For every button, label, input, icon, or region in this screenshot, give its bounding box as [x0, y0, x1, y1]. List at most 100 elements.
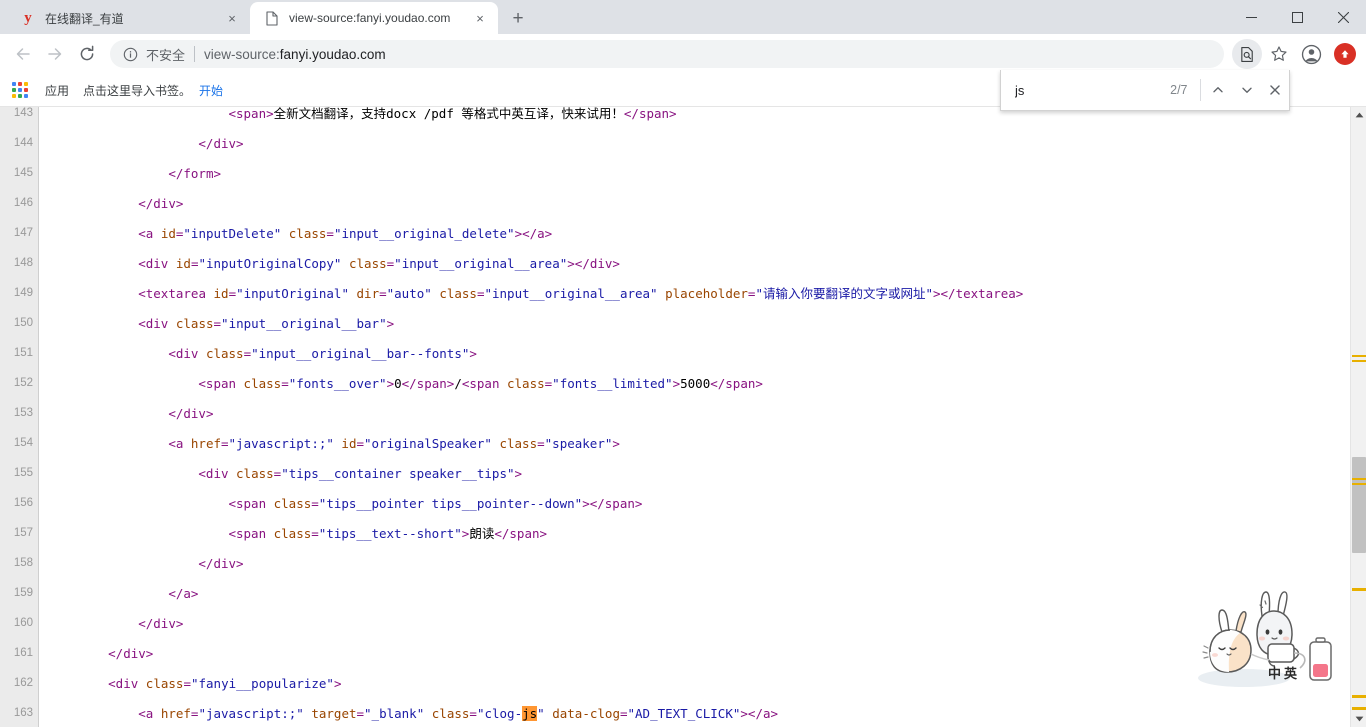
- code-token: <textarea: [138, 286, 214, 301]
- back-arrow-icon[interactable]: [8, 39, 38, 69]
- close-x-icon[interactable]: [1261, 74, 1289, 106]
- line-content: </div>: [168, 406, 213, 421]
- code-token: "tips__pointer tips__pointer--down": [318, 496, 583, 511]
- line-content: </div>: [138, 196, 183, 211]
- source-line: 150 <div class="input__original__bar">: [0, 316, 1366, 331]
- code-token: =: [537, 436, 545, 451]
- address-bar[interactable]: 不安全 view-source:fanyi.youdao.com: [110, 40, 1224, 68]
- line-number: 146: [13, 197, 33, 209]
- code-token: <div: [108, 676, 146, 691]
- bookmarks-import-link[interactable]: 开始: [197, 79, 225, 102]
- new-tab-button[interactable]: +: [504, 4, 532, 32]
- page-search-icon[interactable]: [1232, 39, 1262, 69]
- code-token: "tips__container speaker__tips": [281, 466, 515, 481]
- line-number: 155: [13, 467, 33, 479]
- code-token: data-clog: [552, 706, 620, 721]
- line-number: 162: [13, 677, 33, 689]
- code-token: class: [243, 376, 282, 391]
- star-outline-icon[interactable]: [1264, 39, 1294, 69]
- code-token: ></span>: [582, 496, 643, 511]
- profile-avatar-icon[interactable]: [1296, 39, 1326, 69]
- find-match-count: 2/7: [1170, 83, 1188, 97]
- security-status-label: 不安全: [146, 47, 186, 63]
- source-line: 144 </div>: [0, 136, 1366, 151]
- code-token: <div: [168, 346, 206, 361]
- code-token: /: [454, 376, 462, 391]
- code-token: =: [243, 346, 252, 361]
- scrollbar-thumb[interactable]: [1352, 457, 1366, 553]
- tab-youdao-translate[interactable]: y 在线翻译_有道 ×: [6, 2, 250, 34]
- bookmark-apps-label[interactable]: 应用: [37, 79, 77, 102]
- update-arrow-icon[interactable]: [1334, 43, 1356, 65]
- code-token: <a: [168, 436, 191, 451]
- source-line: 155 <div class="tips__container speaker__…: [0, 466, 1366, 481]
- code-token: >: [333, 676, 342, 691]
- minimize-icon[interactable]: [1228, 1, 1274, 33]
- code-token: class: [507, 376, 545, 391]
- code-token: "clog-: [476, 706, 523, 721]
- scrollbar-match-tick: [1352, 588, 1366, 591]
- code-token: class: [499, 436, 538, 451]
- code-token: "input__original__area": [394, 256, 568, 271]
- code-token: <a: [138, 226, 161, 241]
- code-token: <div: [138, 256, 176, 271]
- code-token: </div>: [198, 556, 244, 571]
- reload-icon[interactable]: [72, 39, 102, 69]
- code-token: id: [160, 226, 176, 241]
- line-content: <div class="input__original__bar">: [138, 316, 394, 331]
- source-line: 145 </form>: [0, 166, 1366, 181]
- source-line: 158 </div>: [0, 556, 1366, 571]
- code-token: "input__original__area": [484, 286, 658, 301]
- bookmarks-import-hint: 点击这里导入书签。: [83, 83, 192, 98]
- code-token: >: [386, 316, 395, 331]
- line-number: 159: [13, 587, 33, 599]
- vertical-scrollbar[interactable]: [1350, 107, 1366, 727]
- tab-close-icon[interactable]: ×: [472, 10, 488, 26]
- find-match-active: js: [522, 706, 538, 721]
- source-line: 159 </a>: [0, 586, 1366, 601]
- code-token: class: [273, 496, 312, 511]
- scroll-down-arrow-icon[interactable]: [1351, 711, 1366, 727]
- line-content: <div class="tips__container speaker__tip…: [198, 466, 522, 481]
- tab-close-icon[interactable]: ×: [224, 10, 240, 26]
- line-number: 145: [13, 167, 33, 179]
- scroll-up-arrow-icon[interactable]: [1351, 107, 1366, 123]
- maximize-icon[interactable]: [1274, 1, 1320, 33]
- source-line: 148 <div id="inputOriginalCopy" class="in…: [0, 256, 1366, 271]
- code-token: dir: [356, 286, 380, 301]
- code-token: class: [273, 526, 312, 541]
- source-line: 151 <div class="input__original__bar--fon…: [0, 346, 1366, 361]
- chevron-down-icon[interactable]: [1233, 74, 1261, 106]
- code-token: =: [311, 496, 319, 511]
- code-token: >: [672, 376, 681, 391]
- code-token: ": [537, 706, 545, 721]
- address-bar-url: view-source:fanyi.youdao.com: [204, 47, 386, 62]
- find-input[interactable]: [1015, 82, 1171, 98]
- apps-grid-icon[interactable]: [12, 82, 28, 98]
- source-code-area[interactable]: 143 <span>全新文档翻译，支持docx /pdf 等格式中英互译，快来试用…: [0, 107, 1366, 726]
- source-line: 161 </div>: [0, 646, 1366, 661]
- code-token: "fonts__limited": [552, 376, 673, 391]
- code-token: "speaker": [544, 436, 613, 451]
- url-host: fanyi.youdao.com: [279, 46, 386, 62]
- code-token: =: [221, 436, 229, 451]
- line-content: </div>: [138, 616, 183, 631]
- close-icon[interactable]: [1320, 1, 1366, 33]
- info-circle-icon[interactable]: [122, 46, 138, 62]
- code-token: "tips__text--short": [318, 526, 462, 541]
- code-token: "javascript:;": [228, 436, 334, 451]
- line-content: </form>: [168, 166, 221, 181]
- code-token: <div: [198, 466, 237, 481]
- forward-arrow-icon[interactable]: [40, 39, 70, 69]
- code-token: ></div>: [567, 256, 620, 271]
- chevron-up-icon[interactable]: [1204, 74, 1232, 106]
- code-token: "input__original__bar--fonts": [251, 346, 470, 361]
- code-token: "input__original__bar": [221, 316, 387, 331]
- code-token: "javascript:;": [198, 706, 304, 721]
- tab-view-source[interactable]: view-source:fanyi.youdao.com ×: [250, 2, 498, 34]
- code-token: id: [213, 286, 229, 301]
- tab-title: view-source:fanyi.youdao.com: [289, 11, 451, 25]
- code-token: </div>: [138, 196, 184, 211]
- code-token: href: [190, 436, 221, 451]
